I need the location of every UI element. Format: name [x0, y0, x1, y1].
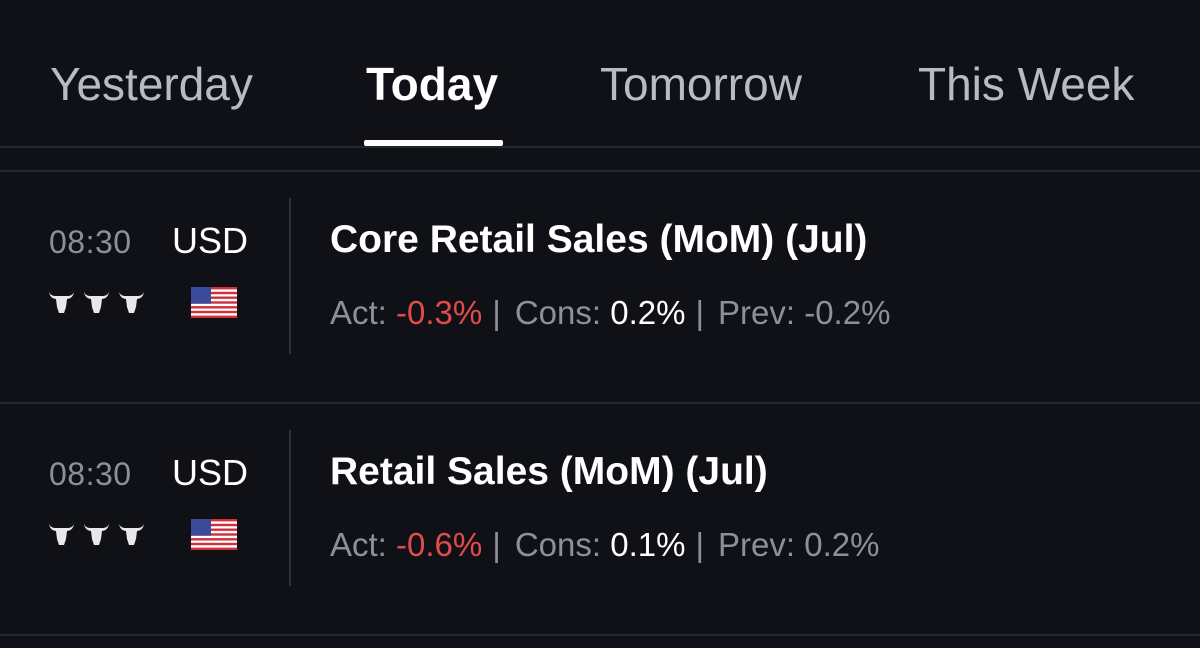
bull-icon [49, 524, 74, 545]
tab-this-week[interactable]: This Week [918, 58, 1134, 110]
tab-tomorrow[interactable]: Tomorrow [600, 58, 802, 110]
consensus-value: 0.1% [610, 526, 686, 563]
active-tab-indicator [364, 140, 503, 146]
separator: | [695, 294, 705, 331]
event-row[interactable]: 08:30 USD Retail Sales (MoM) (Jul) Act: … [0, 404, 1200, 636]
actual-value: -0.3% [396, 294, 483, 331]
event-currency: USD [172, 220, 249, 261]
previous-value: 0.2% [804, 526, 880, 563]
event-row[interactable]: 08:30 USD Core Retail Sales (MoM) (Jul) … [0, 172, 1200, 404]
column-divider [289, 198, 291, 354]
actual-label: Act: [330, 526, 387, 563]
previous-value: -0.2% [804, 294, 891, 331]
event-title: Retail Sales (MoM) (Jul) [330, 450, 768, 493]
event-stats: Act: -0.6% | Cons: 0.1% | Prev: 0.2% [330, 526, 879, 564]
importance-rating [47, 521, 146, 547]
event-time: 08:30 [49, 224, 132, 260]
event-title: Core Retail Sales (MoM) (Jul) [330, 218, 868, 261]
consensus-label: Cons: [514, 294, 602, 331]
separator: | [492, 294, 501, 331]
consensus-value: 0.2% [610, 294, 686, 331]
us-flag-icon [191, 287, 237, 318]
actual-label: Act: [330, 294, 387, 331]
bull-icon [119, 524, 144, 545]
previous-label: Prev: [718, 526, 796, 563]
bull-icon [49, 292, 74, 313]
consensus-label: Cons: [514, 526, 602, 563]
bull-icon [84, 524, 109, 545]
event-time: 08:30 [49, 456, 132, 492]
separator: | [695, 526, 705, 563]
bull-icon [119, 292, 144, 313]
previous-label: Prev: [718, 294, 796, 331]
tab-yesterday[interactable]: Yesterday [50, 58, 253, 110]
importance-rating [47, 289, 146, 315]
event-currency: USD [172, 452, 249, 493]
tab-today[interactable]: Today [366, 58, 498, 110]
column-divider [289, 430, 291, 586]
bull-icon [84, 292, 109, 313]
event-stats: Act: -0.3% | Cons: 0.2% | Prev: -0.2% [330, 294, 890, 332]
actual-value: -0.6% [396, 526, 483, 563]
us-flag-icon [191, 519, 237, 550]
date-tabs: Yesterday Today Tomorrow This Week [0, 0, 1200, 148]
separator: | [492, 526, 501, 563]
